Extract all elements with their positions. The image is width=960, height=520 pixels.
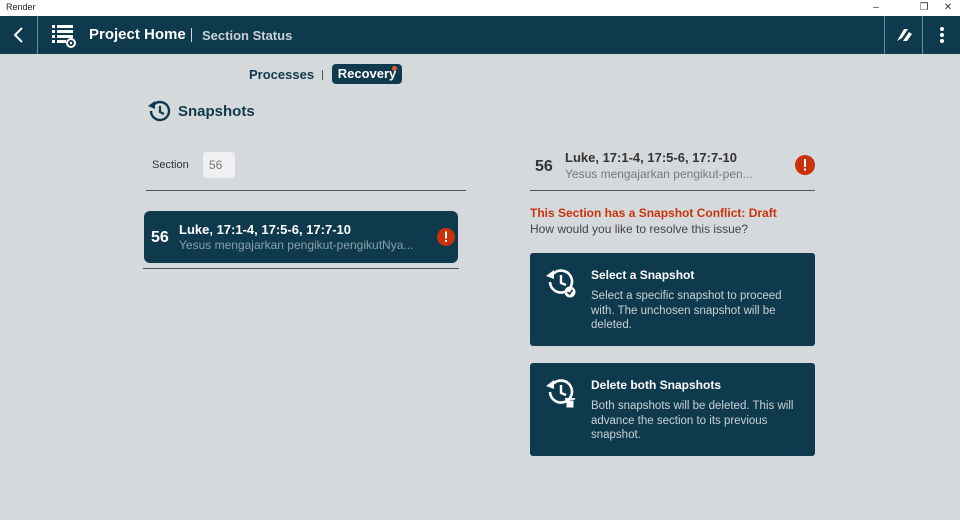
maximize-icon[interactable]: ❐ [912, 0, 936, 16]
option-description: Both snapshots will be deleted. This wil… [591, 400, 794, 441]
history-check-icon [546, 269, 576, 298]
snapshot-section-card[interactable]: 56 Luke, 17:1-4, 17:5-6, 17:7-10 Yesus m… [144, 211, 458, 263]
close-icon[interactable]: ✕ [936, 0, 960, 16]
conflict-message: This Section has a Snapshot Conflict: Dr… [530, 206, 777, 220]
window-title: Render [6, 2, 36, 12]
section-reference: Luke, 17:1-4, 17:5-6, 17:7-10 [179, 222, 351, 237]
window-titlebar: Render – ❐ ✕ [0, 0, 960, 16]
section-description: Yesus mengajarkan pengikut-pengikutNya..… [179, 238, 414, 252]
page-subtitle: Section Status [202, 28, 293, 43]
section-input[interactable]: 56 [203, 152, 235, 178]
chevron-left-icon [13, 27, 23, 43]
delete-both-snapshots-button[interactable]: Delete both Snapshots Both snapshots wil… [530, 363, 815, 456]
select-snapshot-button[interactable]: Select a Snapshot Select a specific snap… [530, 253, 815, 346]
title-divider [191, 28, 192, 42]
selected-section-reference: Luke, 17:1-4, 17:5-6, 17:7-10 [565, 150, 737, 165]
app-logo-icon [896, 29, 912, 41]
section-label: Section [152, 159, 189, 171]
warning-icon [795, 155, 815, 175]
page-title: Project Home [89, 26, 186, 43]
option-description: Select a specific snapshot to proceed wi… [591, 290, 782, 331]
snapshots-heading: Snapshots [178, 103, 255, 120]
history-trash-icon [546, 379, 575, 408]
minimize-icon[interactable]: – [864, 0, 888, 16]
divider [143, 268, 459, 269]
resolve-question: How would you like to resolve this issue… [530, 222, 749, 236]
logo-button[interactable] [884, 16, 922, 54]
selected-section-description: Yesus mengajarkan pengikut-pen... [565, 167, 753, 181]
more-options-button[interactable] [922, 16, 960, 54]
divider [530, 190, 815, 191]
option-title: Delete both Snapshots [591, 378, 722, 392]
option-title: Select a Snapshot [591, 268, 695, 282]
app-bar: Project Home Section Status [0, 16, 960, 54]
more-vertical-icon [939, 27, 944, 43]
warning-icon [437, 228, 455, 246]
list-settings-icon [52, 25, 76, 48]
tab-divider [322, 70, 323, 80]
back-button[interactable] [0, 16, 38, 54]
divider [146, 190, 466, 191]
project-menu-button[interactable] [46, 20, 80, 50]
tab-processes[interactable]: Processes [249, 67, 314, 82]
notification-dot [392, 66, 397, 71]
section-number: 56 [151, 229, 169, 246]
selected-section-number: 56 [535, 158, 553, 175]
history-icon [148, 100, 171, 122]
